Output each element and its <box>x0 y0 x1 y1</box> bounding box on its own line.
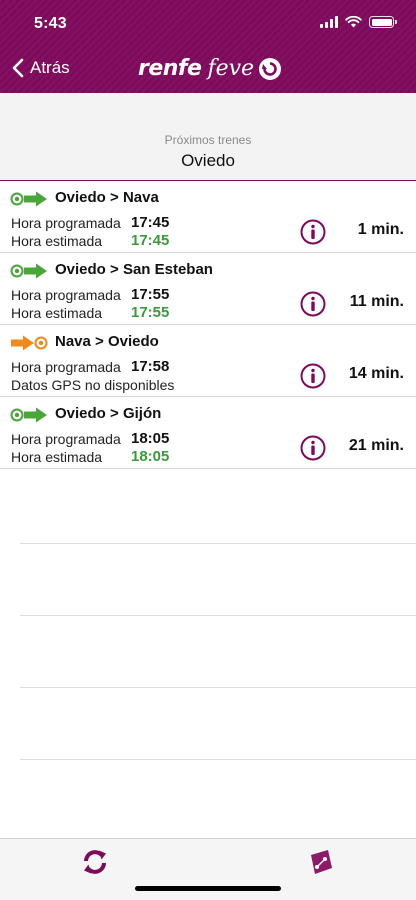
station-subheader: Próximos trenes Oviedo <box>0 93 416 181</box>
green-arrow-icon <box>10 263 47 279</box>
list-separator <box>20 687 416 688</box>
estimated-label: Hora estimada <box>11 305 103 321</box>
home-indicator <box>135 886 281 891</box>
renfe-feve-logo: renfe feve <box>138 56 282 81</box>
status-time: 5:43 <box>34 15 67 32</box>
train-row[interactable]: Oviedo > Gijón Hora programada Hora esti… <box>0 397 416 469</box>
train-row[interactable]: Oviedo > San Esteban Hora programada Hor… <box>0 253 416 325</box>
train-list: Oviedo > Nava Hora programada Hora estim… <box>0 181 416 469</box>
battery-icon <box>369 16 397 28</box>
train-row[interactable]: Oviedo > Nava Hora programada Hora estim… <box>0 181 416 253</box>
scheduled-time: 17:58 <box>131 358 170 375</box>
list-separator <box>20 759 416 760</box>
status-icons <box>320 16 397 28</box>
minutes-remaining: 1 min. <box>357 221 404 238</box>
scheduled-label: Hora programada <box>11 431 121 447</box>
chevron-left-icon <box>12 58 24 78</box>
wifi-icon <box>345 16 362 28</box>
back-label: Atrás <box>30 58 70 77</box>
orange-arrow-icon <box>11 335 48 351</box>
scheduled-label: Hora programada <box>11 215 121 231</box>
info-icon[interactable] <box>300 219 326 245</box>
estimated-label: Hora estimada <box>11 233 103 249</box>
route-name: Nava > Oviedo <box>55 333 159 350</box>
estimated-time: 18:05 <box>131 448 170 465</box>
minutes-remaining: 21 min. <box>348 437 404 454</box>
info-icon[interactable] <box>300 291 326 317</box>
station-name: Oviedo <box>181 151 235 170</box>
route-map-icon[interactable] <box>306 847 336 877</box>
train-row[interactable]: Nava > Oviedo Hora programada Datos GPS … <box>0 325 416 397</box>
logo-feve-text: feve <box>207 56 255 81</box>
info-icon[interactable] <box>300 435 326 461</box>
estimated-time: 17:45 <box>131 232 170 249</box>
back-button[interactable]: Atrás <box>12 58 70 78</box>
green-arrow-icon <box>10 407 47 423</box>
minutes-remaining: 14 min. <box>348 365 404 382</box>
info-icon[interactable] <box>300 363 326 389</box>
cellular-signal-icon <box>320 16 338 28</box>
scheduled-time: 18:05 <box>131 430 170 447</box>
scheduled-label: Hora programada <box>11 359 121 375</box>
logo-renfe-text: renfe <box>138 56 202 81</box>
list-separator <box>20 543 416 544</box>
logo-circle-icon <box>259 57 282 80</box>
scheduled-time: 17:45 <box>131 214 170 231</box>
route-name: Oviedo > Nava <box>55 189 159 206</box>
gps-unavailable-label: Datos GPS no disponibles <box>11 377 175 393</box>
navigation-header: 5:43 Atrás renfe feve <box>0 0 416 93</box>
estimated-label: Hora estimada <box>11 449 103 465</box>
minutes-remaining: 11 min. <box>349 293 404 310</box>
refresh-icon[interactable] <box>80 847 110 877</box>
green-arrow-icon <box>10 191 47 207</box>
estimated-time: 17:55 <box>131 304 170 321</box>
list-separator <box>20 615 416 616</box>
route-name: Oviedo > San Esteban <box>55 261 213 278</box>
scheduled-time: 17:55 <box>131 286 170 303</box>
route-name: Oviedo > Gijón <box>55 405 162 422</box>
scheduled-label: Hora programada <box>11 287 121 303</box>
bottom-toolbar <box>0 838 416 900</box>
status-bar: 5:43 <box>0 0 416 50</box>
subheader-label: Próximos trenes <box>164 133 252 147</box>
